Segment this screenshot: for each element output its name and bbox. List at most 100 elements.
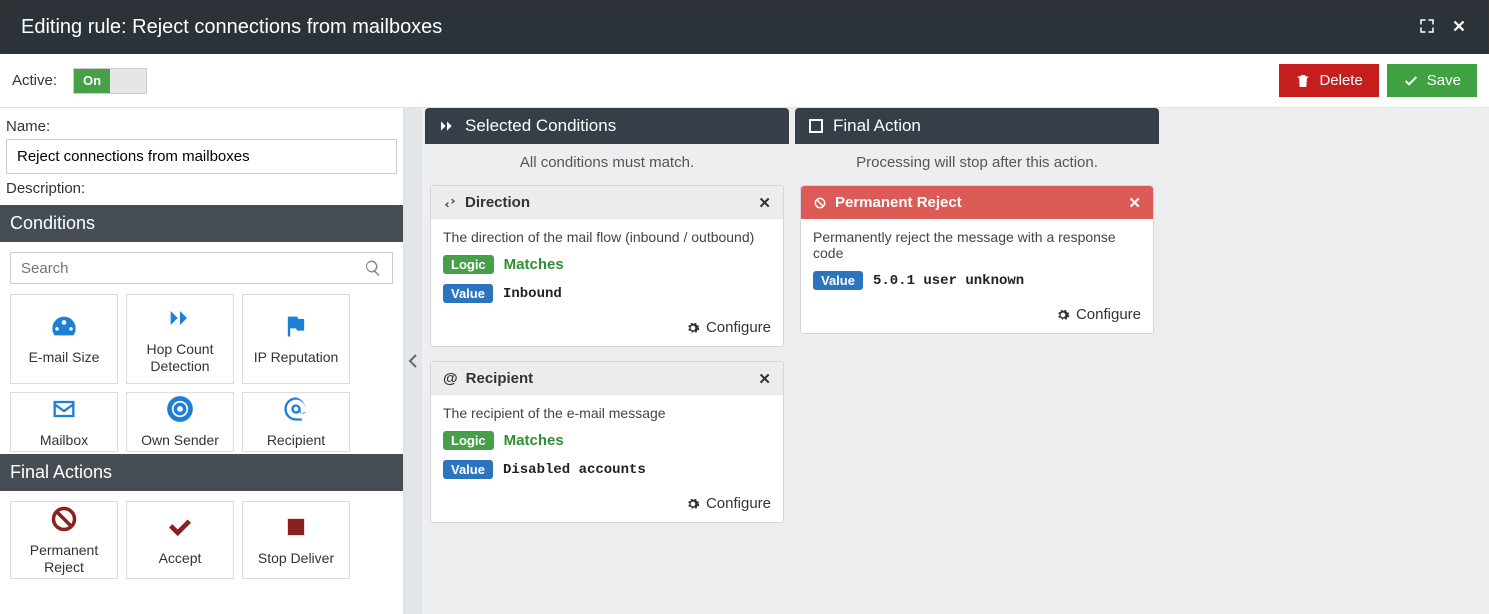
titlebar: Editing rule: Reject connections from ma… <box>0 0 1489 54</box>
tile-label: E-mail Size <box>29 349 100 365</box>
configure-button[interactable]: Configure <box>431 489 783 522</box>
delete-button[interactable]: Delete <box>1279 64 1378 97</box>
condition-card-direction: Direction ✕ The direction of the mail fl… <box>430 185 784 347</box>
card-title: Permanent Reject <box>835 194 962 211</box>
active-label: Active: <box>12 72 57 89</box>
tile-recipient[interactable]: Recipient <box>242 392 350 452</box>
save-button[interactable]: Save <box>1387 64 1477 97</box>
stop-icon <box>282 513 310 544</box>
tile-accept[interactable]: Accept <box>126 501 234 579</box>
toolbar: Active: On Delete Save <box>0 54 1489 108</box>
condition-card-recipient: @ Recipient ✕ The recipient of the e-mai… <box>430 361 784 523</box>
value-text: Disabled accounts <box>503 462 646 478</box>
ban-icon <box>50 505 78 536</box>
logic-value: Matches <box>504 256 564 273</box>
save-label: Save <box>1427 72 1461 89</box>
card-title: Recipient <box>466 370 534 387</box>
tile-label: Accept <box>159 550 202 566</box>
conditions-header: Conditions <box>0 205 403 242</box>
search-box[interactable] <box>10 252 393 284</box>
check-icon <box>166 513 194 544</box>
arrows-icon <box>443 196 457 210</box>
final-action-header: Final Action <box>795 108 1159 144</box>
value-tag: Value <box>813 271 863 290</box>
trash-icon <box>1295 73 1311 89</box>
card-title: Direction <box>465 194 530 211</box>
configure-label: Configure <box>706 319 771 336</box>
column-title: Selected Conditions <box>465 116 616 136</box>
content-area: Selected Conditions All conditions must … <box>422 108 1489 614</box>
tile-ip-reputation[interactable]: IP Reputation <box>242 294 350 384</box>
page-title: Editing rule: Reject connections from ma… <box>21 16 442 39</box>
selected-subtext: All conditions must match. <box>422 144 792 181</box>
envelope-icon <box>50 395 78 426</box>
value-tag: Value <box>443 284 493 303</box>
search-icon <box>364 259 382 277</box>
gear-icon <box>686 497 700 511</box>
tile-label: Permanent Reject <box>15 542 113 574</box>
value-text: 5.0.1 user unknown <box>873 273 1024 289</box>
value-tag: Value <box>443 460 493 479</box>
tile-label: Own Sender <box>141 432 219 448</box>
tile-email-size[interactable]: E-mail Size <box>10 294 118 384</box>
titlebar-controls <box>1418 17 1468 38</box>
logic-tag: Logic <box>443 431 494 450</box>
forward-icon <box>166 304 194 335</box>
column-title: Final Action <box>833 116 921 136</box>
tile-mailbox[interactable]: Mailbox <box>10 392 118 452</box>
gear-icon <box>686 321 700 335</box>
search-input[interactable] <box>21 260 364 277</box>
card-header[interactable]: Direction ✕ <box>431 186 783 219</box>
remove-icon[interactable]: ✕ <box>758 194 771 212</box>
delete-label: Delete <box>1319 72 1362 89</box>
tile-label: Recipient <box>267 432 325 448</box>
action-tiles: Permanent Reject Accept Stop Deliver <box>0 491 403 589</box>
card-description: The direction of the mail flow (inbound … <box>443 229 771 245</box>
gauge-icon <box>50 312 78 343</box>
sidebar: Name: Description: Conditions E-mail Siz… <box>0 108 404 614</box>
ban-icon <box>813 196 827 210</box>
check-icon <box>1403 73 1419 89</box>
at-icon <box>282 395 310 426</box>
configure-button[interactable]: Configure <box>431 313 783 346</box>
card-header[interactable]: @ Recipient ✕ <box>431 362 783 395</box>
logic-tag: Logic <box>443 255 494 274</box>
selected-conditions-header: Selected Conditions <box>425 108 789 144</box>
main: Name: Description: Conditions E-mail Siz… <box>0 108 1489 614</box>
collapse-sidebar-handle[interactable] <box>404 108 422 614</box>
remove-icon[interactable]: ✕ <box>758 370 771 388</box>
lifebuoy-icon <box>166 395 194 426</box>
configure-label: Configure <box>706 495 771 512</box>
toggle-on-label: On <box>74 69 110 93</box>
tile-permanent-reject[interactable]: Permanent Reject <box>10 501 118 579</box>
checkbox-icon <box>809 119 823 133</box>
final-action-column: Final Action Processing will stop after … <box>792 108 1162 614</box>
remove-icon[interactable]: ✕ <box>1128 194 1141 212</box>
card-description: Permanently reject the message with a re… <box>813 229 1141 261</box>
selected-conditions-column: Selected Conditions All conditions must … <box>422 108 792 614</box>
final-subtext: Processing will stop after this action. <box>792 144 1162 181</box>
card-header[interactable]: Permanent Reject ✕ <box>801 186 1153 219</box>
tile-label: Hop Count Detection <box>131 341 229 373</box>
active-toggle[interactable]: On <box>73 68 147 94</box>
close-icon[interactable] <box>1450 17 1468 38</box>
configure-button[interactable]: Configure <box>801 300 1153 333</box>
condition-tiles: E-mail Size Hop Count Detection IP Reput… <box>0 294 403 462</box>
final-actions-header: Final Actions <box>0 454 403 491</box>
tile-stop-deliver[interactable]: Stop Deliver <box>242 501 350 579</box>
configure-label: Configure <box>1076 306 1141 323</box>
name-input[interactable] <box>6 139 397 174</box>
tile-label: IP Reputation <box>254 349 339 365</box>
fast-forward-icon <box>439 118 455 134</box>
at-icon: @ <box>443 370 458 387</box>
card-description: The recipient of the e-mail message <box>443 405 771 421</box>
gear-icon <box>1056 308 1070 322</box>
value-text: Inbound <box>503 286 562 302</box>
tile-label: Stop Deliver <box>258 550 334 566</box>
description-label: Description: <box>6 180 397 197</box>
logic-value: Matches <box>504 432 564 449</box>
tile-hop-count[interactable]: Hop Count Detection <box>126 294 234 384</box>
tile-own-sender[interactable]: Own Sender <box>126 392 234 452</box>
flag-icon <box>282 312 310 343</box>
expand-icon[interactable] <box>1418 17 1436 38</box>
